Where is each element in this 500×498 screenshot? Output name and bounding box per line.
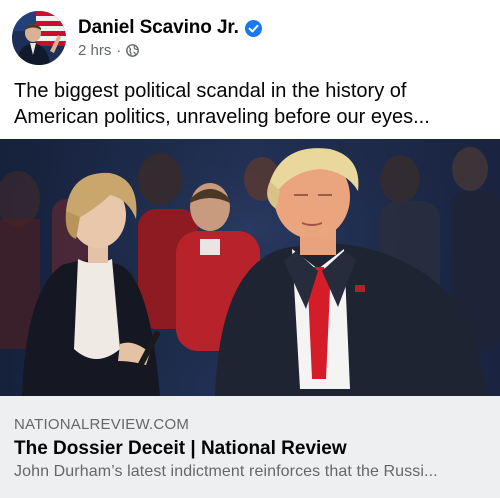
separator-dot: ·: [116, 42, 122, 59]
photo-illustration: [0, 139, 500, 396]
post-header: Daniel Scavino Jr. 2 hrs ·: [12, 8, 488, 68]
link-preview-card[interactable]: NATIONALREVIEW.COM The Dossier Deceit | …: [0, 396, 500, 498]
avatar-photo: [12, 11, 66, 65]
link-description: John Durham’s latest indictment reinforc…: [14, 463, 438, 480]
post-meta: Daniel Scavino Jr. 2 hrs ·: [78, 17, 262, 59]
post-timestamp[interactable]: 2 hrs: [78, 42, 111, 59]
link-domain: NATIONALREVIEW.COM: [14, 416, 190, 433]
author-row: Daniel Scavino Jr.: [78, 17, 262, 39]
author-name[interactable]: Daniel Scavino Jr.: [78, 17, 239, 39]
facebook-post: Daniel Scavino Jr. 2 hrs · The biggest p…: [0, 0, 500, 498]
post-photo[interactable]: [0, 139, 500, 396]
author-avatar[interactable]: [12, 11, 66, 65]
post-subline: 2 hrs ·: [78, 42, 262, 59]
globe-icon[interactable]: [126, 44, 140, 57]
verified-badge-icon: [244, 19, 262, 37]
link-title[interactable]: The Dossier Deceit | National Review: [14, 438, 347, 460]
post-text: The biggest political scandal in the his…: [14, 80, 430, 128]
